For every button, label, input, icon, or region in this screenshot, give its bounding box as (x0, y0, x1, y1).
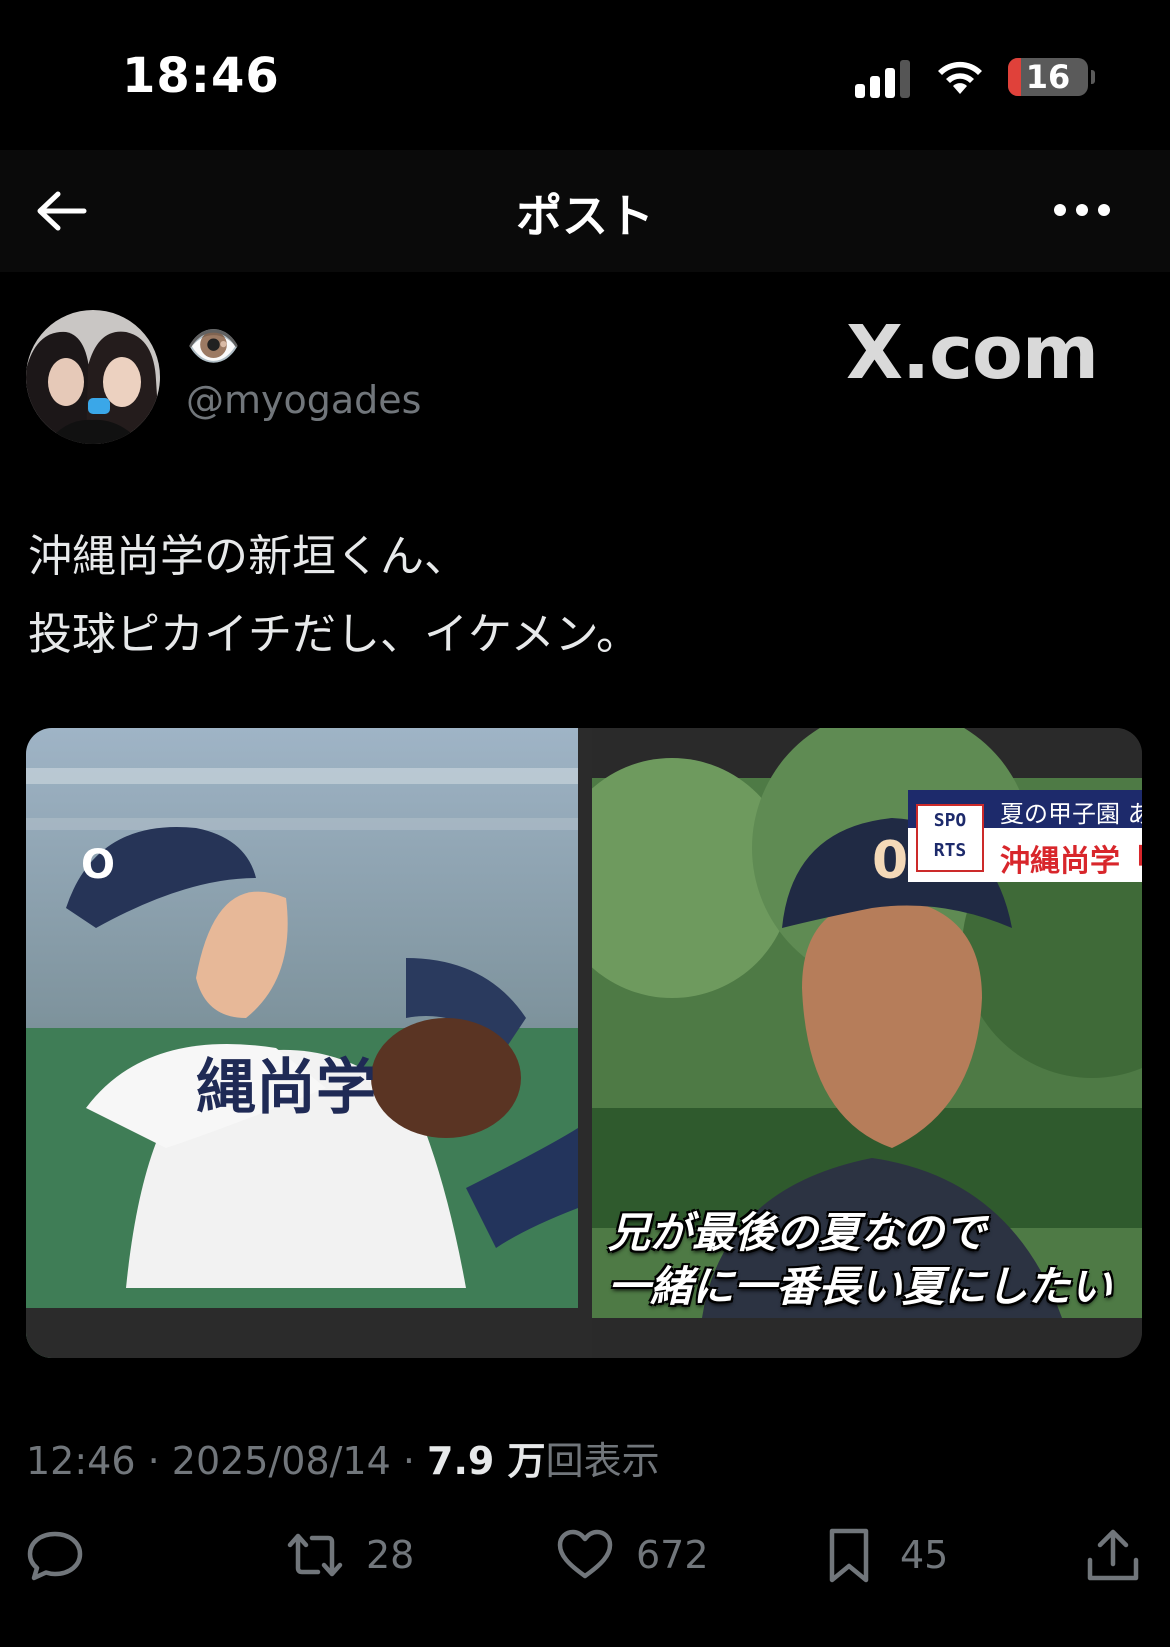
repost-count: 28 (366, 1533, 415, 1577)
repost-icon (287, 1533, 343, 1577)
share-button[interactable] (1084, 1520, 1142, 1590)
view-count-label: 回表示 (545, 1439, 660, 1483)
like-button[interactable]: 672 (556, 1520, 709, 1590)
reply-button[interactable] (26, 1520, 84, 1590)
reply-icon (27, 1531, 83, 1581)
tv-news-banner: SPO RTS 夏の甲子園 あ 沖縄尚学「I (908, 790, 1142, 882)
photo-interview[interactable]: 0 SPO RTS 夏の甲子園 あ 沖縄尚学「I 兄が最後の夏なので 一緒に一番… (592, 728, 1142, 1358)
svg-text:O: O (81, 842, 115, 888)
tweet-text: 沖縄尚学の新垣くん、 投球ピカイチだし、イケメン。 (28, 518, 1138, 674)
avatar[interactable] (26, 310, 160, 444)
bookmark-count: 45 (900, 1533, 949, 1577)
sports-logo: SPO RTS (916, 804, 984, 872)
bookmark-button[interactable]: 45 (820, 1520, 948, 1590)
photo-pitcher[interactable]: O 縄尚学 (26, 728, 578, 1358)
post-time: 12:46 (26, 1439, 136, 1483)
share-icon (1087, 1529, 1139, 1581)
wifi-icon (938, 61, 982, 94)
action-bar: 28 672 45 (0, 1520, 1170, 1590)
tv-caption: 兄が最後の夏なので 一緒に一番長い夏にしたい (608, 1208, 1113, 1311)
more-options-icon[interactable] (1052, 198, 1112, 222)
user-handle[interactable]: @myogades (186, 378, 421, 422)
battery-icon: 16 (1008, 58, 1095, 96)
view-count[interactable]: 7.9 万 (427, 1439, 546, 1483)
tweet-text-line: 沖縄尚学の新垣くん、 (28, 531, 468, 582)
repost-button[interactable]: 28 (286, 1520, 414, 1590)
svg-text:0: 0 (872, 831, 908, 891)
page-title: ポスト (516, 189, 654, 243)
banner-line-2: 沖縄尚学「I (1000, 844, 1142, 879)
media-grid: O 縄尚学 0 SPO RTS 夏の甲子園 あ 沖縄尚学 兄が最後の夏なので 一… (26, 728, 1142, 1358)
x-com-watermark: X.com (846, 310, 1099, 396)
svg-text:縄尚学: 縄尚学 (196, 1053, 376, 1123)
battery-level: 16 (1025, 58, 1071, 96)
cellular-signal-icon (855, 58, 915, 98)
status-clock: 18:46 (122, 48, 280, 104)
bookmark-icon (829, 1528, 869, 1583)
like-count: 672 (636, 1533, 709, 1577)
banner-line-1: 夏の甲子園 あ (1000, 800, 1142, 828)
post-meta: 12:46 · 2025/08/14 · 7.9 万回表示 (26, 1439, 660, 1483)
heart-icon (557, 1529, 613, 1579)
status-bar: 18:46 16 (0, 0, 1170, 150)
post-date: 2025/08/14 (171, 1439, 391, 1483)
nav-bar: ポスト (0, 150, 1170, 272)
tweet-text-line: 投球ピカイチだし、イケメン。 (28, 609, 641, 660)
display-name-emoji: 👁️ (186, 321, 241, 372)
